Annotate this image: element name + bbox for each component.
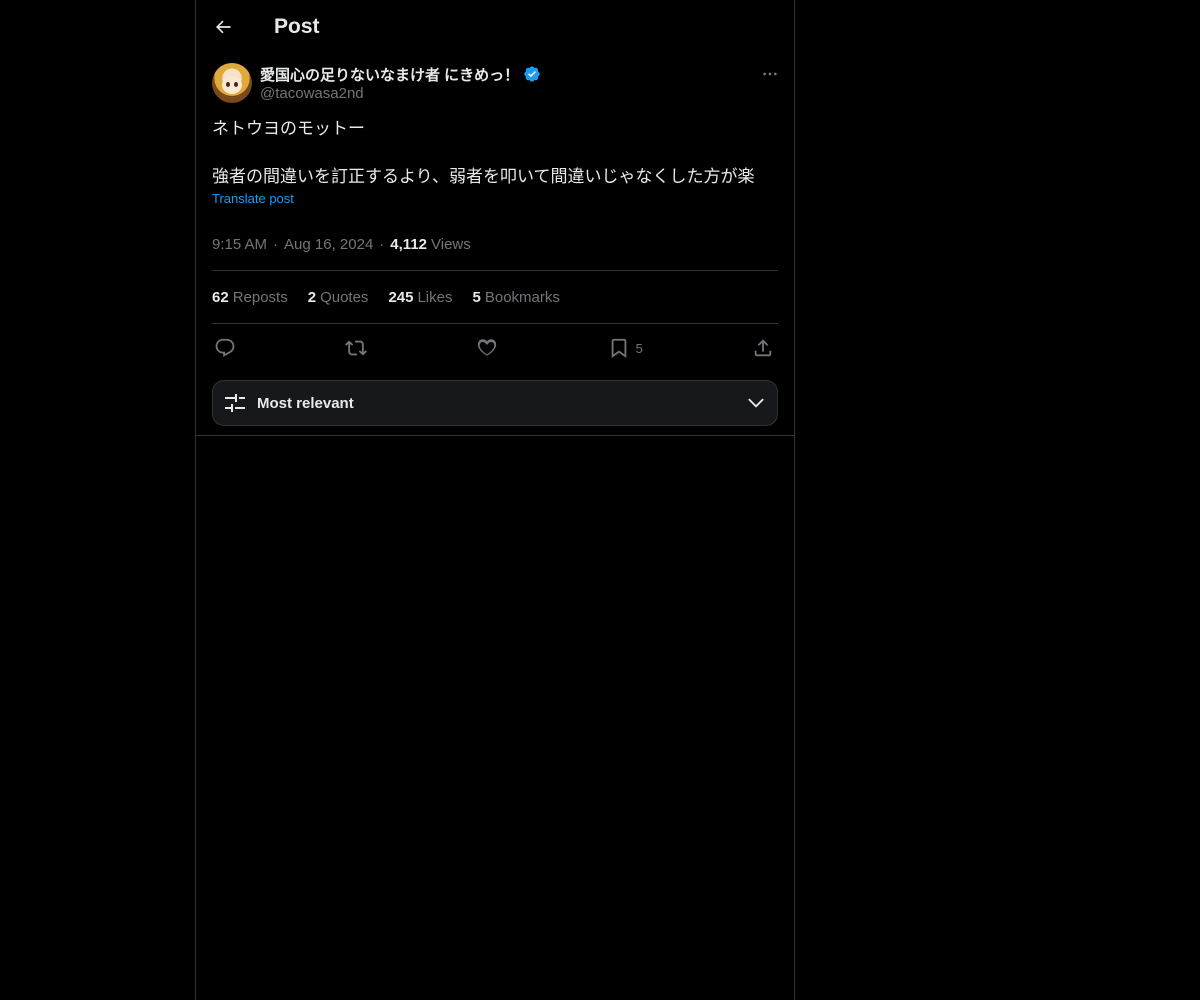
- like-icon: [476, 337, 498, 359]
- post-time[interactable]: 9:15 AM: [212, 236, 267, 253]
- page-title: Post: [274, 14, 320, 38]
- post-column: Post 愛国心の足りないなまけ者 にきめっ！ @tacowasa2nd ネトウ…: [195, 0, 795, 1000]
- back-button[interactable]: [206, 10, 240, 44]
- back-arrow-icon: [213, 17, 233, 37]
- quotes-stat[interactable]: 2 Quotes: [308, 289, 369, 306]
- avatar[interactable]: [212, 63, 252, 103]
- post: 愛国心の足りないなまけ者 にきめっ！ @tacowasa2nd ネトウヨのモット…: [196, 53, 794, 436]
- bookmarks-stat[interactable]: 5 Bookmarks: [473, 289, 560, 306]
- share-icon: [752, 337, 774, 359]
- post-meta: 9:15 AM · Aug 16, 2024 · 4,112 Views: [212, 226, 778, 271]
- reply-icon: [214, 337, 236, 359]
- header: Post: [196, 0, 794, 53]
- engagement-stats: 62 Reposts 2 Quotes 245 Likes 5 Bookmarks: [212, 271, 778, 324]
- repost-icon: [345, 337, 368, 359]
- filter-icon: [223, 391, 247, 415]
- like-button[interactable]: [476, 337, 498, 359]
- post-date[interactable]: Aug 16, 2024: [284, 236, 373, 253]
- likes-stat[interactable]: 245 Likes: [388, 289, 452, 306]
- reposts-stat[interactable]: 62 Reposts: [212, 289, 288, 306]
- more-button[interactable]: [744, 63, 778, 85]
- handle[interactable]: @tacowasa2nd: [260, 85, 541, 103]
- author-row: 愛国心の足りないなまけ者 にきめっ！ @tacowasa2nd: [212, 63, 778, 103]
- views-label: Views: [431, 235, 471, 253]
- reply-button[interactable]: [214, 337, 236, 359]
- section-divider: [196, 435, 794, 436]
- action-bar: 5: [212, 324, 778, 372]
- views-count: 4,112: [390, 235, 428, 253]
- bookmark-count: 5: [635, 340, 643, 356]
- share-button[interactable]: [752, 337, 774, 359]
- reply-sort-dropdown[interactable]: Most relevant: [212, 380, 778, 426]
- display-name[interactable]: 愛国心の足りないなまけ者 にきめっ！: [260, 64, 519, 85]
- name-line: 愛国心の足りないなまけ者 にきめっ！: [260, 63, 541, 85]
- translate-post-link[interactable]: Translate post: [212, 191, 294, 206]
- more-icon: [762, 66, 778, 82]
- verified-badge-icon[interactable]: [523, 65, 541, 83]
- post-text: ネトウヨのモットー 強者の間違いを訂正するより、弱者を叩いて間違いじゃなくした方…: [212, 119, 755, 186]
- chevron-down-icon: [745, 392, 767, 414]
- author-info: 愛国心の足りないなまけ者 にきめっ！ @tacowasa2nd: [260, 63, 541, 103]
- bookmark-button[interactable]: 5: [608, 337, 643, 359]
- sort-label: Most relevant: [257, 394, 354, 412]
- repost-button[interactable]: [345, 337, 368, 359]
- bookmark-icon: [608, 337, 630, 359]
